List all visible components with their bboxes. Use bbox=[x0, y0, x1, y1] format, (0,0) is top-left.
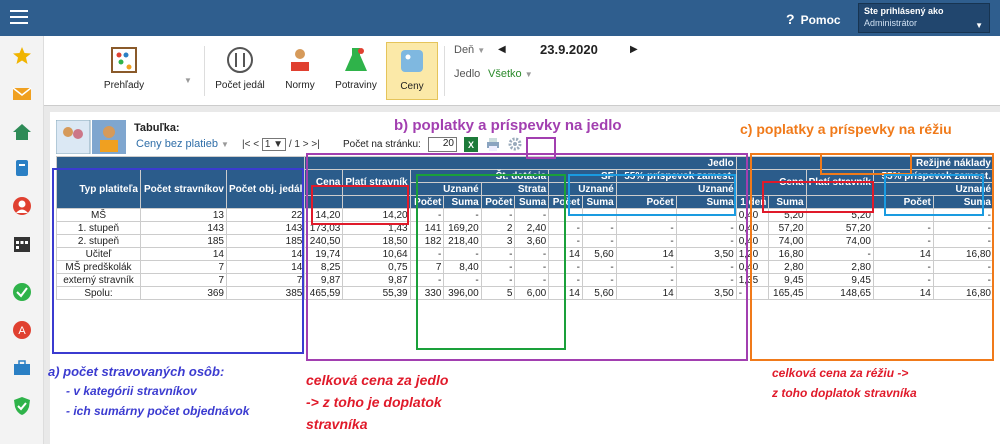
abacus-icon bbox=[111, 47, 137, 73]
prehlady-label: Prehľady bbox=[103, 80, 145, 91]
excel-icon[interactable]: X bbox=[464, 137, 478, 152]
ceny-label: Ceny bbox=[400, 81, 424, 92]
menu-icon[interactable] bbox=[10, 10, 28, 24]
potraviny-label: Potraviny bbox=[335, 80, 377, 91]
book-icon[interactable] bbox=[12, 158, 32, 178]
reader-icon bbox=[291, 49, 309, 71]
pocet-na-stranku-label: Počet na stránku: bbox=[343, 139, 421, 150]
jedlo-select[interactable]: Všetko ▼ bbox=[488, 68, 533, 80]
jedlo-label: Jedlo bbox=[454, 68, 481, 80]
star-icon[interactable] bbox=[12, 46, 32, 66]
divider bbox=[204, 46, 205, 96]
annotation-b: b) poplatky a príspevky na jedlo bbox=[394, 117, 622, 134]
den-label: Deň ▼ bbox=[454, 44, 486, 56]
print-icon[interactable] bbox=[486, 138, 500, 151]
annotation-a-line3: - ich sumárny počet objednávok bbox=[66, 404, 250, 418]
date-value: 23.9.2020 bbox=[540, 42, 598, 57]
ribbon: Prehľady ▼ Počet jedál Normy Potraviny C… bbox=[44, 36, 1000, 106]
prev-day-button[interactable]: ◀ bbox=[498, 44, 506, 55]
calendar-icon[interactable] bbox=[12, 234, 32, 254]
home-icon[interactable] bbox=[12, 122, 32, 142]
annotation-b-line3: stravníka bbox=[306, 416, 368, 432]
annotation-b-line2: -> z toho je doplatok bbox=[306, 394, 442, 410]
pocet-jedal-label: Počet jedál bbox=[215, 80, 265, 91]
check-icon[interactable] bbox=[12, 282, 32, 302]
normy-button[interactable]: Normy bbox=[274, 42, 326, 100]
frame-c-link bbox=[820, 153, 912, 175]
users-icon bbox=[56, 120, 126, 154]
help-label: Pomoc bbox=[800, 13, 841, 27]
page-total: / 1 bbox=[288, 139, 300, 150]
frame-b-dotacia bbox=[416, 174, 566, 350]
top-bar: ? Pomoc Ste prihlásený ako Administrátor … bbox=[0, 0, 1000, 36]
page-select[interactable]: 1 ▼ bbox=[261, 138, 287, 151]
annotation-a-line2: - v kategórii stravníkov bbox=[66, 384, 197, 398]
divider bbox=[444, 46, 445, 96]
frame-a bbox=[52, 168, 304, 354]
user-dropdown[interactable]: Ste prihlásený ako Administrátor ▼ bbox=[858, 3, 990, 33]
frame-b-link bbox=[526, 137, 556, 159]
potraviny-button[interactable]: Potraviny bbox=[330, 42, 382, 100]
plate-icon bbox=[227, 47, 253, 73]
frame-b-price bbox=[311, 185, 409, 225]
frame-c-pr55 bbox=[884, 174, 984, 216]
user-icon[interactable] bbox=[12, 196, 32, 216]
pager-last-button[interactable]: >| bbox=[311, 139, 319, 150]
svg-text:A: A bbox=[18, 325, 26, 337]
user-role: Administrátor bbox=[864, 18, 918, 28]
alert-icon[interactable]: A bbox=[12, 320, 32, 340]
annotation-c-line2: z toho doplatok stravníka bbox=[772, 386, 917, 400]
user-caption: Ste prihlásený ako bbox=[864, 6, 944, 16]
frame-c-price bbox=[762, 181, 874, 213]
gear-icon[interactable] bbox=[508, 137, 522, 151]
pocet-na-stranku-input[interactable]: 20 bbox=[428, 137, 457, 152]
svg-text:X: X bbox=[468, 140, 474, 150]
shield-icon[interactable] bbox=[12, 396, 32, 416]
mail-icon[interactable] bbox=[12, 84, 32, 104]
annotation-b-line1: celková cena za jedlo bbox=[306, 372, 449, 388]
annotation-c-line1: celková cena za réžiu -> bbox=[772, 366, 909, 380]
pager-prev-button[interactable]: < bbox=[253, 139, 259, 150]
prehlady-button[interactable]: Prehľady bbox=[84, 42, 164, 100]
price-tag-icon bbox=[401, 50, 423, 72]
annotation-a-line1: a) počet stravovaných osôb: bbox=[48, 364, 225, 379]
pager-first-button[interactable]: |< bbox=[242, 139, 250, 150]
pager-next-button[interactable]: > bbox=[303, 139, 309, 150]
annotation-c: c) poplatky a príspevky na réžiu bbox=[740, 121, 952, 137]
frame-b-sf bbox=[568, 174, 736, 216]
tabulka-select[interactable]: Ceny bez platieb ▼ bbox=[136, 138, 229, 150]
briefcase-icon[interactable] bbox=[12, 358, 32, 378]
next-day-button[interactable]: ▶ bbox=[630, 44, 638, 55]
help-button[interactable]: ? Pomoc bbox=[786, 11, 841, 27]
chevron-down-icon[interactable]: ▼ bbox=[184, 76, 192, 85]
help-icon: ? bbox=[786, 11, 795, 27]
ceny-button[interactable]: Ceny bbox=[386, 42, 438, 100]
flask-icon bbox=[345, 48, 367, 71]
pager: |< < 1 ▼ / 1 > >| bbox=[242, 138, 320, 151]
normy-label: Normy bbox=[285, 80, 315, 91]
tabulka-label: Tabuľka: bbox=[134, 122, 180, 134]
chevron-down-icon: ▼ bbox=[975, 21, 983, 30]
pocet-jedal-button[interactable]: Počet jedál bbox=[212, 42, 268, 100]
sidebar: A bbox=[0, 36, 44, 444]
